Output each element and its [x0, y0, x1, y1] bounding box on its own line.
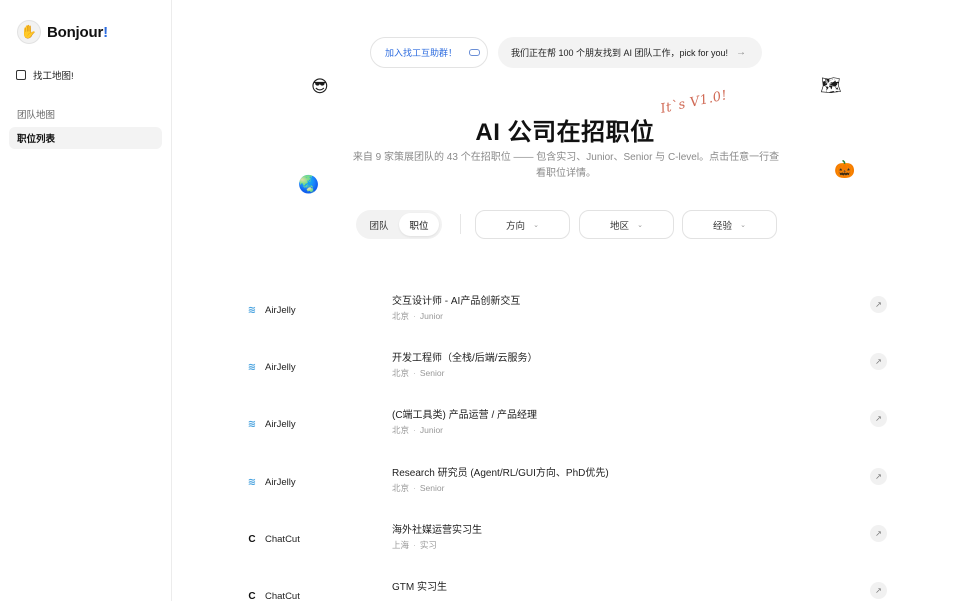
chevron-down-icon: ⌄: [637, 221, 643, 229]
page-title: AI 公司在招职位: [475, 119, 655, 146]
job-row[interactable]: C ChatCut 海外社媒运营实习生 上海 · 实习 ↗: [240, 521, 892, 565]
company: ≋ AirJelly: [246, 476, 296, 488]
company-name: AirJelly: [265, 361, 296, 373]
job-row[interactable]: ≋ AirJelly (C端工具类) 产品运营 / 产品经理 北京 · Junior…: [240, 406, 892, 450]
company: ≋ AirJelly: [246, 304, 296, 316]
globe-emoji-icon: 🌏: [298, 175, 320, 194]
arrow-up-right-icon[interactable]: ↗: [870, 525, 887, 542]
company: ≋ AirJelly: [246, 418, 296, 430]
arrow-up-right-icon[interactable]: ↗: [870, 296, 887, 313]
job-meta: 北京 · Junior: [392, 311, 444, 321]
pumpkin-emoji-icon: 🎃: [834, 160, 856, 179]
airjelly-logo-icon: ≋: [247, 361, 257, 373]
sidebar-item-label: 找工地图!: [33, 71, 74, 82]
divider: [460, 214, 461, 234]
arrow-up-right-icon[interactable]: ↗: [870, 468, 887, 485]
view-toggle: 团队 职位: [356, 210, 442, 239]
arrow-up-right-icon[interactable]: ↗: [870, 353, 887, 370]
page-subtitle: 来自 9 家策展团队的 43 个在招职位 —— 包含实习、Junior、Seni…: [352, 152, 780, 179]
gamepad-icon: [469, 49, 481, 56]
job-title: 开发工程师（全栈/后端/云服务）: [392, 353, 538, 364]
job-title: Research 研究员 (Agent/RL/GUI方向、PhD优先): [392, 468, 609, 479]
job-row[interactable]: ≋ AirJelly Research 研究员 (Agent/RL/GUI方向、…: [240, 464, 892, 508]
experience-dropdown[interactable]: 经验 ⌄: [682, 210, 777, 239]
dropdown-label: 方向: [506, 220, 526, 232]
pick-for-you-label: 我们正在帮 100 个朋友找到 AI 团队工作，pick for you!: [511, 48, 729, 58]
hand-icon: ✋: [17, 20, 41, 44]
airjelly-logo-icon: ≋: [247, 418, 257, 430]
job-meta: 北京 · Senior: [392, 368, 445, 378]
pick-for-you-button[interactable]: 我们正在帮 100 个朋友找到 AI 团队工作，pick for you! →: [498, 37, 762, 68]
company-name: ChatCut: [265, 533, 300, 545]
airjelly-logo-icon: ≋: [247, 304, 257, 316]
job-row[interactable]: C ChatCut GTM 实习生 ↗: [240, 578, 892, 601]
arrow-right-icon: →: [736, 47, 747, 58]
toggle-jobs[interactable]: 职位: [399, 213, 439, 236]
chevron-down-icon: ⌄: [533, 221, 539, 229]
sidebar-item-job-map[interactable]: 找工地图!: [16, 68, 74, 82]
job-row[interactable]: ≋ AirJelly 开发工程师（全栈/后端/云服务） 北京 · Senior ↗: [240, 349, 892, 393]
company: ≋ AirJelly: [246, 361, 296, 373]
job-meta: 北京 · Senior: [392, 483, 445, 493]
join-group-button[interactable]: 加入找工互助群！: [370, 37, 488, 68]
dropdown-label: 地区: [610, 220, 630, 232]
brand[interactable]: ✋ Bonjour!: [17, 20, 108, 44]
map-icon: [16, 70, 26, 80]
job-title: GTM 实习生: [392, 582, 447, 593]
arrow-up-right-icon[interactable]: ↗: [870, 410, 887, 427]
job-meta: 北京 · Junior: [392, 425, 444, 435]
company-name: ChatCut: [265, 590, 300, 601]
sidebar: ✋ Bonjour! 找工地图! 团队地图 职位列表: [0, 0, 172, 601]
region-dropdown[interactable]: 地区 ⌄: [579, 210, 674, 239]
company: C ChatCut: [246, 533, 300, 545]
company-name: AirJelly: [265, 476, 296, 488]
dropdown-label: 经验: [713, 220, 733, 232]
chevron-down-icon: ⌄: [740, 221, 746, 229]
direction-dropdown[interactable]: 方向 ⌄: [475, 210, 570, 239]
brand-name: Bonjour!: [47, 23, 108, 41]
company: C ChatCut: [246, 590, 300, 601]
job-title: 交互设计师 - AI产品创新交互: [392, 296, 521, 307]
map-emoji-icon: 🗺: [820, 76, 842, 95]
company-name: AirJelly: [265, 418, 296, 430]
arrow-up-right-icon[interactable]: ↗: [870, 582, 887, 599]
job-row[interactable]: ≋ AirJelly 交互设计师 - AI产品创新交互 北京 · Junior ↗: [240, 292, 892, 336]
join-group-label: 加入找工互助群！: [385, 48, 458, 58]
job-title: (C端工具类) 产品运营 / 产品经理: [392, 410, 537, 421]
job-title: 海外社媒运营实习生: [392, 525, 482, 536]
company-name: AirJelly: [265, 304, 296, 316]
chatcut-logo-icon: C: [248, 590, 256, 601]
job-meta: 上海 · 实习: [392, 540, 437, 550]
toggle-team[interactable]: 团队: [359, 213, 399, 236]
sunglasses-emoji-icon: 😎: [311, 77, 329, 96]
chatcut-logo-icon: C: [248, 533, 256, 545]
airjelly-logo-icon: ≋: [247, 476, 257, 488]
